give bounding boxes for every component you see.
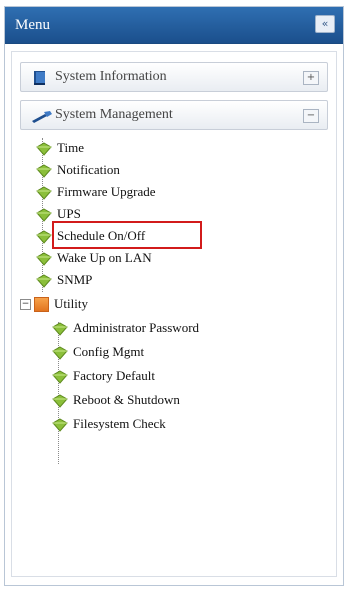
tree-item-snmp[interactable]: SNMP bbox=[36, 268, 92, 290]
tree-item-administrator-password[interactable]: Administrator Password bbox=[52, 316, 199, 338]
tree-item-label: Administrator Password bbox=[73, 320, 200, 336]
collapse-menu-button[interactable]: « bbox=[315, 15, 335, 33]
tree-item-label: UPS bbox=[57, 206, 81, 222]
menu-header: Menu « bbox=[5, 7, 343, 44]
system-management-tree: Time Notification Firmware Upgrade UPS S… bbox=[12, 136, 336, 556]
folder-icon bbox=[34, 296, 49, 312]
tree-item-notification[interactable]: Notification bbox=[36, 158, 120, 180]
collapse-icon[interactable]: − bbox=[20, 298, 31, 310]
tree-item-firmware-upgrade[interactable]: Firmware Upgrade bbox=[36, 180, 156, 202]
gem-icon bbox=[36, 163, 52, 178]
tree-item-label: Wake Up on LAN bbox=[57, 250, 152, 266]
collapse-icon[interactable]: − bbox=[303, 109, 319, 123]
tree-folder-label: Utility bbox=[54, 296, 88, 312]
gem-icon bbox=[36, 229, 52, 244]
tree-item-filesystem-check[interactable]: Filesystem Check bbox=[52, 412, 166, 434]
tree-item-config-mgmt[interactable]: Config Mgmt bbox=[52, 340, 144, 362]
gem-icon bbox=[36, 141, 52, 156]
wrench-icon bbox=[31, 107, 52, 125]
tree-folder-utility[interactable]: − Utility bbox=[20, 292, 88, 314]
gem-icon bbox=[36, 185, 52, 200]
tree-item-label: Time bbox=[57, 140, 84, 156]
gem-icon bbox=[36, 273, 52, 288]
menu-body: System Information + System Management −… bbox=[11, 51, 337, 577]
menu-title: Menu bbox=[15, 17, 50, 33]
tree-item-label: SNMP bbox=[57, 272, 93, 288]
tree-item-wake-up-on-lan[interactable]: Wake Up on LAN bbox=[36, 246, 152, 268]
book-icon bbox=[31, 69, 49, 87]
tree-item-label: Reboot & Shutdown bbox=[73, 392, 180, 408]
expand-icon[interactable]: + bbox=[303, 71, 319, 85]
gem-icon bbox=[52, 417, 68, 432]
section-system-information[interactable]: System Information + bbox=[20, 62, 328, 92]
gem-icon bbox=[36, 251, 52, 266]
highlight-box bbox=[52, 221, 202, 249]
gem-icon bbox=[52, 393, 68, 408]
section-label: System Management bbox=[55, 107, 173, 122]
section-label: System Information bbox=[55, 69, 167, 84]
gem-icon bbox=[52, 345, 68, 360]
tree-item-factory-default[interactable]: Factory Default bbox=[52, 364, 155, 386]
tree-item-reboot-shutdown[interactable]: Reboot & Shutdown bbox=[52, 388, 180, 410]
tree-item-label: Notification bbox=[57, 162, 120, 178]
tree-item-label: Factory Default bbox=[73, 368, 155, 384]
tree-item-label: Firmware Upgrade bbox=[57, 184, 156, 200]
tree-item-label: Config Mgmt bbox=[73, 344, 145, 360]
gem-icon bbox=[52, 369, 68, 384]
gem-icon bbox=[36, 207, 52, 222]
tree-item-label: Filesystem Check bbox=[73, 416, 166, 432]
tree-item-time[interactable]: Time bbox=[36, 136, 84, 158]
gem-icon bbox=[52, 321, 68, 336]
menu-panel: Menu « System Information + System Manag… bbox=[4, 6, 344, 586]
section-system-management[interactable]: System Management − bbox=[20, 100, 328, 130]
